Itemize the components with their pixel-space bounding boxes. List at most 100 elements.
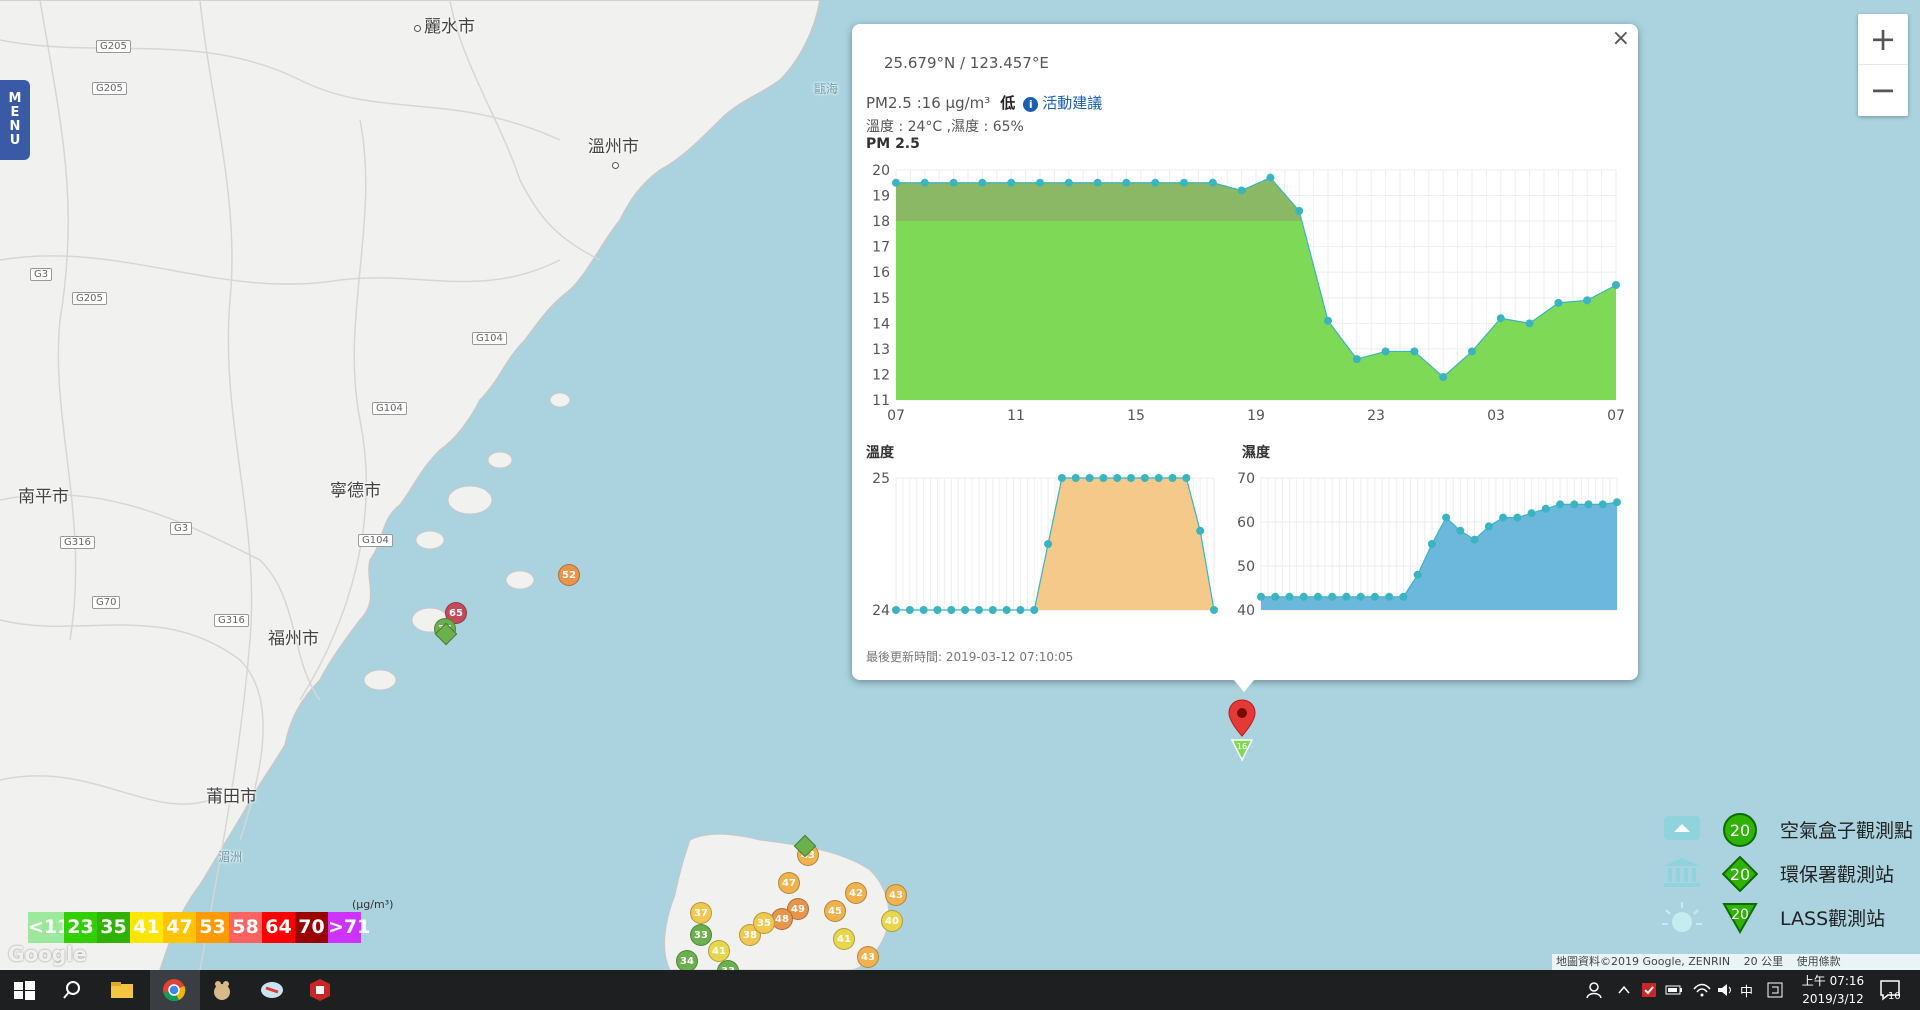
- legend-label: LASS觀測站: [1780, 908, 1886, 930]
- data-point: [1584, 500, 1593, 509]
- start-icon[interactable]: [10, 976, 38, 1004]
- clock[interactable]: 上午 07:16 2019/3/12: [1798, 972, 1868, 1008]
- sensor-marker[interactable]: 45: [824, 900, 846, 922]
- volume-icon[interactable]: [1716, 981, 1736, 999]
- app-icon[interactable]: [258, 976, 286, 1004]
- chrome-icon[interactable]: [160, 976, 188, 1004]
- data-point: [1313, 592, 1322, 601]
- chevron-up-icon[interactable]: [1616, 982, 1632, 998]
- sensor-marker[interactable]: 42: [845, 882, 867, 904]
- x-tick-label: 03: [1487, 408, 1505, 424]
- sensor-marker[interactable]: 52: [558, 564, 580, 586]
- data-point: [1442, 513, 1451, 522]
- sensor-marker[interactable]: 41: [833, 928, 855, 950]
- people-icon[interactable]: [1584, 980, 1604, 1000]
- pm-reading: PM2.5 :16 μg/m³ 低 i 活動建議: [866, 92, 1102, 113]
- data-point: [1007, 178, 1016, 187]
- app-icon[interactable]: [306, 976, 334, 1004]
- data-point: [1044, 540, 1053, 548]
- svg-text:20: 20: [1730, 821, 1750, 840]
- menu-letter: U: [9, 133, 21, 148]
- info-icon[interactable]: i: [1023, 97, 1039, 112]
- keyboard-layout-icon[interactable]: [1766, 981, 1784, 999]
- security-icon[interactable]: [1640, 981, 1658, 999]
- y-tick-label: 24: [872, 603, 890, 619]
- airbox-icon: [1664, 816, 1700, 840]
- app-icon[interactable]: [208, 976, 236, 1004]
- search-icon[interactable]: [58, 976, 86, 1004]
- data-point: [1499, 513, 1508, 522]
- activity-advice-link[interactable]: 活動建議: [1042, 94, 1102, 112]
- terms-link[interactable]: 使用條款: [1797, 955, 1841, 968]
- sensor-marker[interactable]: 35: [753, 912, 775, 934]
- y-tick-label: 40: [1237, 603, 1255, 619]
- data-point: [1036, 178, 1044, 187]
- zoom-in-button[interactable]: +: [1858, 14, 1908, 65]
- data-point: [1427, 540, 1436, 548]
- data-point: [1285, 592, 1294, 601]
- sensor-marker[interactable]: 43: [857, 946, 879, 968]
- legend-label: 環保署觀測站: [1780, 864, 1895, 886]
- aqi-scale-item: 64: [262, 912, 295, 943]
- x-tick-label: 11: [1007, 408, 1025, 424]
- highway-label: G205: [96, 40, 131, 53]
- temperature-chart: 25 24: [872, 471, 1218, 619]
- aqi-color-scale: <11 23 35 41 47 53 58 64 70 >71: [28, 912, 370, 943]
- data-point: [1613, 498, 1621, 507]
- sensor-marker[interactable]: 40: [881, 910, 903, 932]
- data-point: [1513, 513, 1522, 522]
- aqi-scale-item: 23: [64, 912, 97, 943]
- menu-button[interactable]: M E N U: [0, 80, 30, 160]
- data-point: [978, 178, 987, 187]
- data-point: [1271, 592, 1280, 601]
- wifi-icon[interactable]: [1692, 981, 1712, 999]
- coordinates-text: 25.679°N / 123.457°E: [884, 54, 1049, 72]
- temperature-humidity-text: 溫度 : 24°C ,濕度 : 65%: [866, 119, 1024, 135]
- city-label: 福州市: [268, 629, 319, 649]
- aqi-scale-item: 47: [163, 912, 196, 943]
- map-attribution: 地圖資料©2019 Google, ZENRIN 20 公里 使用條款: [1552, 954, 1920, 970]
- data-point: [949, 178, 958, 187]
- aqi-scale-item: <11: [28, 912, 70, 943]
- google-logo: Google: [8, 942, 87, 966]
- sensor-marker[interactable]: 37: [690, 902, 712, 924]
- y-tick-label: 14: [872, 316, 890, 332]
- data-point: [892, 178, 900, 187]
- pin-value: 16: [1237, 742, 1247, 751]
- sensor-marker[interactable]: 47: [778, 872, 800, 894]
- selected-location-pin[interactable]: 16: [1227, 698, 1257, 770]
- close-icon[interactable]: ×: [1612, 26, 1630, 51]
- data-point: [1352, 355, 1361, 364]
- data-point: [1556, 500, 1565, 509]
- zoom-out-button[interactable]: −: [1858, 65, 1908, 116]
- data-point: [919, 606, 928, 614]
- ime-indicator[interactable]: 中: [1740, 981, 1753, 1000]
- aqi-scale-item: 53: [196, 912, 229, 943]
- highway-label: G104: [472, 332, 507, 345]
- data-point: [1583, 296, 1592, 305]
- battery-icon[interactable]: [1664, 981, 1684, 999]
- sensor-marker[interactable]: 41: [708, 940, 730, 962]
- data-point: [1541, 504, 1550, 513]
- aqi-unit-label: (μg/m³): [352, 898, 394, 911]
- file-explorer-icon[interactable]: [108, 976, 136, 1004]
- data-point: [905, 606, 914, 614]
- data-point: [1527, 509, 1536, 518]
- data-point: [1257, 592, 1265, 601]
- aqi-scale-item: 58: [229, 912, 262, 943]
- aqi-scale-item: 70: [295, 912, 328, 943]
- y-tick-label: 19: [872, 189, 890, 205]
- menu-letter: N: [9, 119, 21, 134]
- sensor-marker[interactable]: 34: [676, 950, 698, 970]
- data-point: [892, 606, 900, 614]
- sensor-marker[interactable]: 43: [885, 884, 907, 906]
- data-point: [1381, 347, 1390, 356]
- water-label: 湄洲: [218, 850, 243, 864]
- data-point: [1612, 281, 1620, 289]
- y-tick-label: 50: [1237, 559, 1255, 575]
- svg-text:20: 20: [1730, 865, 1750, 884]
- notification-count: 10: [1888, 991, 1901, 1002]
- pm-level-text: 低: [1000, 94, 1016, 112]
- sensor-marker[interactable]: 33: [690, 924, 712, 946]
- data-point: [1237, 186, 1246, 195]
